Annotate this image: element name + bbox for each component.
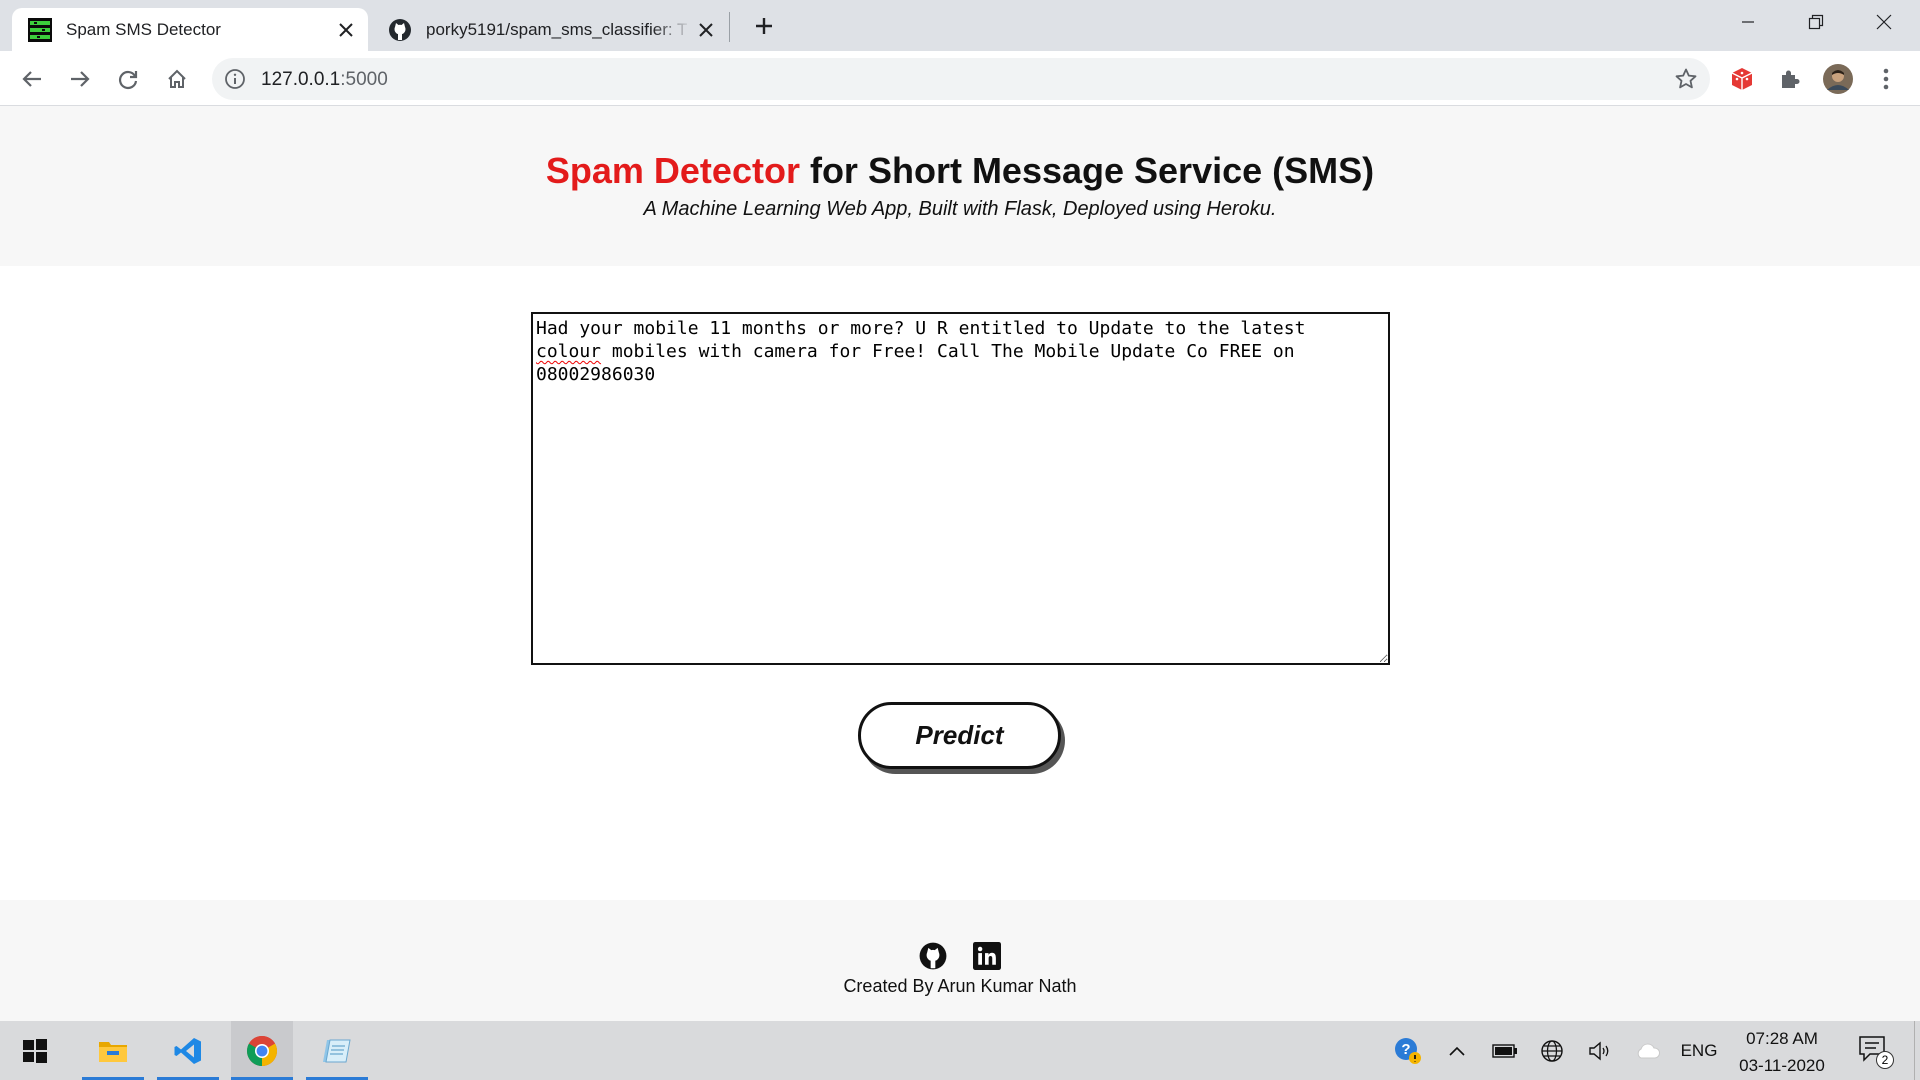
chrome-menu-icon[interactable] <box>1869 62 1903 96</box>
social-links <box>919 942 1001 970</box>
linkedin-link-icon[interactable] <box>973 942 1001 970</box>
page-title: Spam Detector for Short Message Service … <box>0 150 1920 192</box>
svg-text:?: ? <box>1401 1041 1410 1058</box>
predict-button[interactable]: Predict <box>858 702 1061 769</box>
battery-icon[interactable] <box>1488 1021 1522 1080</box>
system-clock[interactable]: 07:28 AM 03-11-2020 <box>1728 1025 1836 1079</box>
vscode-icon[interactable] <box>157 1021 219 1080</box>
bookmark-star-icon[interactable] <box>1674 67 1698 91</box>
spellcheck-flagged-word: colour <box>536 341 602 362</box>
chrome-taskbar-icon[interactable] <box>231 1021 293 1080</box>
network-globe-icon[interactable] <box>1535 1021 1569 1080</box>
clock-time: 07:28 AM <box>1746 1029 1818 1048</box>
page-footer: Created By Arun Kumar Nath <box>0 900 1920 1021</box>
page-subtitle: A Machine Learning Web App, Built with F… <box>643 198 1277 220</box>
tab-title: porky5191/spam_sms_classifier: T <box>426 19 688 39</box>
forward-button[interactable] <box>63 62 97 96</box>
new-tab-button[interactable] <box>748 10 780 42</box>
clock-date: 03-11-2020 <box>1739 1056 1825 1075</box>
profile-avatar[interactable] <box>1821 62 1855 96</box>
close-tab-icon[interactable] <box>332 16 360 44</box>
home-button[interactable] <box>160 62 194 96</box>
show-hidden-icons-chevron-icon[interactable] <box>1442 1021 1472 1080</box>
notification-count-badge: 2 <box>1876 1051 1894 1069</box>
spam-favicon-icon <box>28 17 52 42</box>
site-info-icon[interactable] <box>224 68 246 90</box>
back-button[interactable] <box>15 62 49 96</box>
notepad-app-icon[interactable] <box>306 1021 368 1080</box>
page-header: Spam Detector for Short Message Service … <box>0 106 1920 266</box>
windows-start-button[interactable] <box>4 1021 66 1080</box>
url-text: 127.0.0.1:5000 <box>261 69 388 90</box>
github-link-icon[interactable] <box>919 942 947 970</box>
tab-github-repo[interactable]: porky5191/spam_sms_classifier: T <box>372 8 728 51</box>
show-desktop-button[interactable] <box>1914 1021 1920 1080</box>
minimize-window-button[interactable] <box>1714 0 1782 44</box>
tab-title: Spam SMS Detector <box>66 19 221 39</box>
tab-spam-sms-detector[interactable]: Spam SMS Detector <box>12 8 368 51</box>
restore-window-button[interactable] <box>1782 0 1850 44</box>
reload-button[interactable] <box>111 62 145 96</box>
extension-cube-icon[interactable] <box>1725 62 1759 96</box>
input-language-indicator[interactable]: ENG <box>1677 1021 1721 1080</box>
address-bar[interactable]: 127.0.0.1:5000 <box>212 58 1710 100</box>
github-icon <box>388 18 412 42</box>
onedrive-cloud-icon[interactable] <box>1631 1021 1665 1080</box>
action-center-notification-icon[interactable]: 2 <box>1858 1035 1894 1069</box>
windows-taskbar: ? ENG 07:28 AM 03-11-2020 2 <box>0 1021 1920 1080</box>
web-page: Spam Detector for Short Message Service … <box>0 106 1920 1021</box>
footer-credit: Created By Arun Kumar Nath <box>843 976 1077 996</box>
browser-tab-strip: Spam SMS Detector porky5191/spam_sms_cla… <box>0 0 1920 51</box>
extensions-puzzle-icon[interactable] <box>1773 62 1807 96</box>
title-highlight: Spam Detector <box>545 150 800 191</box>
message-textarea[interactable]: Had your mobile 11 months or more? U R e… <box>531 312 1390 665</box>
close-tab-icon[interactable] <box>692 16 720 44</box>
file-explorer-icon[interactable] <box>82 1021 144 1080</box>
volume-speaker-icon[interactable] <box>1583 1021 1617 1080</box>
close-window-button[interactable] <box>1850 0 1918 44</box>
browser-toolbar: 127.0.0.1:5000 <box>0 51 1920 106</box>
title-rest: for Short Message Service (SMS) <box>799 150 1375 191</box>
tab-separator <box>729 12 730 42</box>
help-tray-icon[interactable]: ? <box>1390 1021 1426 1080</box>
